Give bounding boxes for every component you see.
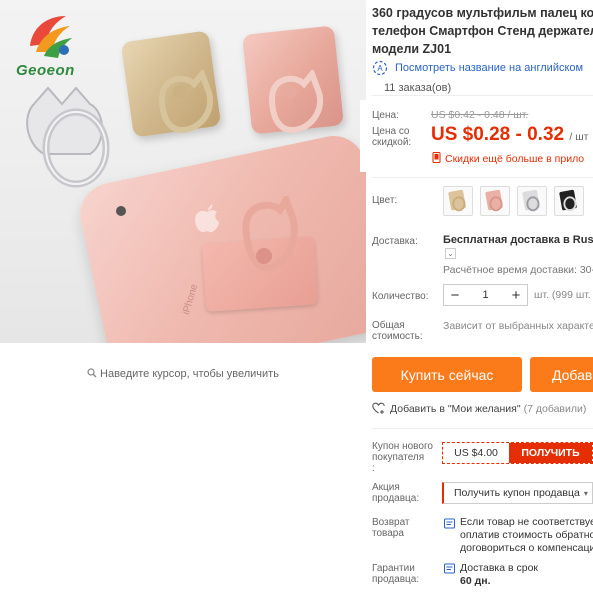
shipping-dropdown[interactable]: ⌄ <box>445 248 456 259</box>
discount-price: US $0.28 - 0.32 / шт <box>431 124 588 146</box>
discount-price-label-1: Цена со <box>372 126 410 137</box>
heart-plus-icon <box>372 402 385 414</box>
product-title: 360 градусов мультфильм палец коль телеф… <box>372 0 593 58</box>
return-policy-text: Если товар не соответствует оплатив стои… <box>460 516 593 555</box>
magnifier-icon <box>87 368 97 378</box>
brand-logo: Geoeon <box>12 10 82 82</box>
product-title-line: 360 градусов мультфильм палец коль <box>372 6 593 20</box>
price-unit: / шт <box>569 131 589 143</box>
buy-now-button[interactable]: Купить сейчас <box>372 357 522 392</box>
return-policy-line: договориться о компенсаци <box>460 542 593 554</box>
svg-text:A: A <box>377 64 383 73</box>
seller-promo-label-2: продавца: <box>372 493 420 504</box>
new-user-coupon-label-2: покупателя <box>372 452 425 463</box>
total-label-1: Общая <box>372 320 405 331</box>
quantity-label: Количество: <box>372 291 429 302</box>
color-label: Цвет: <box>372 195 398 206</box>
app-discount-link[interactable]: Скидки ещё больше в прило <box>431 152 584 165</box>
shipping-destination[interactable]: Бесплатная доставка в Russia <box>443 234 593 246</box>
total-note: Зависит от выбранных характе <box>443 320 593 332</box>
phone-camera <box>116 206 126 216</box>
discount-price-value: US $0.28 - 0.32 <box>431 124 565 145</box>
coupon-value: US $4.00 <box>454 447 498 459</box>
rose-ring-thumbnail-icon <box>485 189 503 212</box>
gold-ring-thumbnail-icon <box>448 189 466 212</box>
delivery-guarantee-text: Доставка в срок 60 дн. <box>460 562 538 588</box>
new-user-coupon-label-1: Купон нового <box>372 441 433 452</box>
chevron-down-icon: ⌄ <box>447 249 454 258</box>
delivery-guarantee-icon <box>444 563 455 574</box>
quantity-input[interactable]: 1 <box>466 289 505 301</box>
translate-link-text[interactable]: Посмотреть название на английском <box>395 62 583 74</box>
add-to-cart-button[interactable]: Добав <box>530 357 593 392</box>
return-policy-line: оплатив стоимость обратно <box>460 529 593 541</box>
return-policy-icon <box>444 518 455 529</box>
product-title-line: модели ZJ01 <box>372 42 452 56</box>
price-block: Цена: US $0.42 - 0.48 / шт. Цена со скид… <box>360 100 593 172</box>
delivery-guarantee-line: Доставка в срок <box>460 562 539 574</box>
quantity-increase-button[interactable]: + <box>505 287 527 304</box>
divider <box>372 428 593 429</box>
guarantee-label-2: продавца: <box>372 574 420 585</box>
add-to-wishlist-link[interactable]: Добавить в "Мои желания" (7 добавили) <box>372 402 586 415</box>
silver-ring-thumbnail-icon <box>522 189 540 212</box>
phone-app-icon <box>432 152 441 163</box>
new-user-coupon-label-3: : <box>372 463 375 474</box>
new-user-coupon: US $4.00 ПОЛУЧИТЬ <box>442 442 593 464</box>
cat-ring-image <box>26 86 110 188</box>
product-main-image[interactable]: Geoeon iPhone <box>0 0 366 343</box>
rose-stand-ring-image <box>242 196 298 272</box>
guarantee-label-1: Гарантии <box>372 563 415 574</box>
shipping-label: Доставка: <box>372 236 418 247</box>
translate-icon: A <box>372 60 388 76</box>
get-coupon-button[interactable]: ПОЛУЧИТЬ <box>509 443 592 463</box>
color-swatch-gold[interactable] <box>443 186 473 216</box>
translate-title-link[interactable]: A Посмотреть название на английском <box>372 60 593 76</box>
seller-promo-label-1: Акция <box>372 482 400 493</box>
delivery-guarantee-days: 60 дн. <box>460 575 491 587</box>
wishlist-count: (7 добавили) <box>523 402 587 415</box>
brand-logo-mark-icon <box>30 16 72 58</box>
wishlist-text[interactable]: Добавить в "Мои желания" <box>390 403 521 415</box>
zoom-hint: Наведите курсор, чтобы увеличить <box>0 368 366 380</box>
product-info-panel: 360 градусов мультфильм палец коль телеф… <box>360 0 593 604</box>
brand-logo-text: Geoeon <box>16 62 75 79</box>
quantity-decrease-button[interactable]: − <box>444 287 466 304</box>
return-policy-line: Если товар не соответствует <box>460 516 593 528</box>
chevron-down-icon: ▾ <box>583 488 588 498</box>
orders-count: 11 заказа(ов) <box>384 82 452 94</box>
divider <box>372 95 593 96</box>
seller-coupon-select-text: Получить купон продавца <box>454 487 580 499</box>
divider <box>372 177 593 178</box>
total-label-2: стоимость: <box>372 331 423 342</box>
original-price: US $0.42 - 0.48 / шт. <box>431 109 529 121</box>
price-label: Цена: <box>372 110 399 121</box>
app-discount-text[interactable]: Скидки ещё больше в прило <box>445 153 584 165</box>
color-swatch-silver[interactable] <box>517 186 547 216</box>
seller-coupon-select[interactable]: Получить купон продавца ▾ <box>442 482 593 504</box>
quantity-available: шт. (999 шт. <box>534 289 591 301</box>
color-swatch-rose-gold[interactable] <box>480 186 510 216</box>
product-title-line: телефон Смартфон Стенд держатель <box>372 24 593 38</box>
color-swatch-black[interactable] <box>554 186 584 216</box>
return-label-1: Возврат <box>372 517 410 528</box>
gold-ring-image <box>158 70 214 134</box>
discount-price-label-2: скидкой: <box>372 137 412 148</box>
zoom-hint-text: Наведите курсор, чтобы увеличить <box>100 368 279 380</box>
return-label-2: товара <box>372 528 404 539</box>
rose-ring-image <box>268 70 324 134</box>
quantity-stepper: − 1 + <box>443 284 528 306</box>
black-ring-thumbnail-icon <box>559 189 577 212</box>
apple-logo-icon <box>195 204 219 233</box>
shipping-time: Расчётное время доставки: 30- <box>443 264 593 276</box>
